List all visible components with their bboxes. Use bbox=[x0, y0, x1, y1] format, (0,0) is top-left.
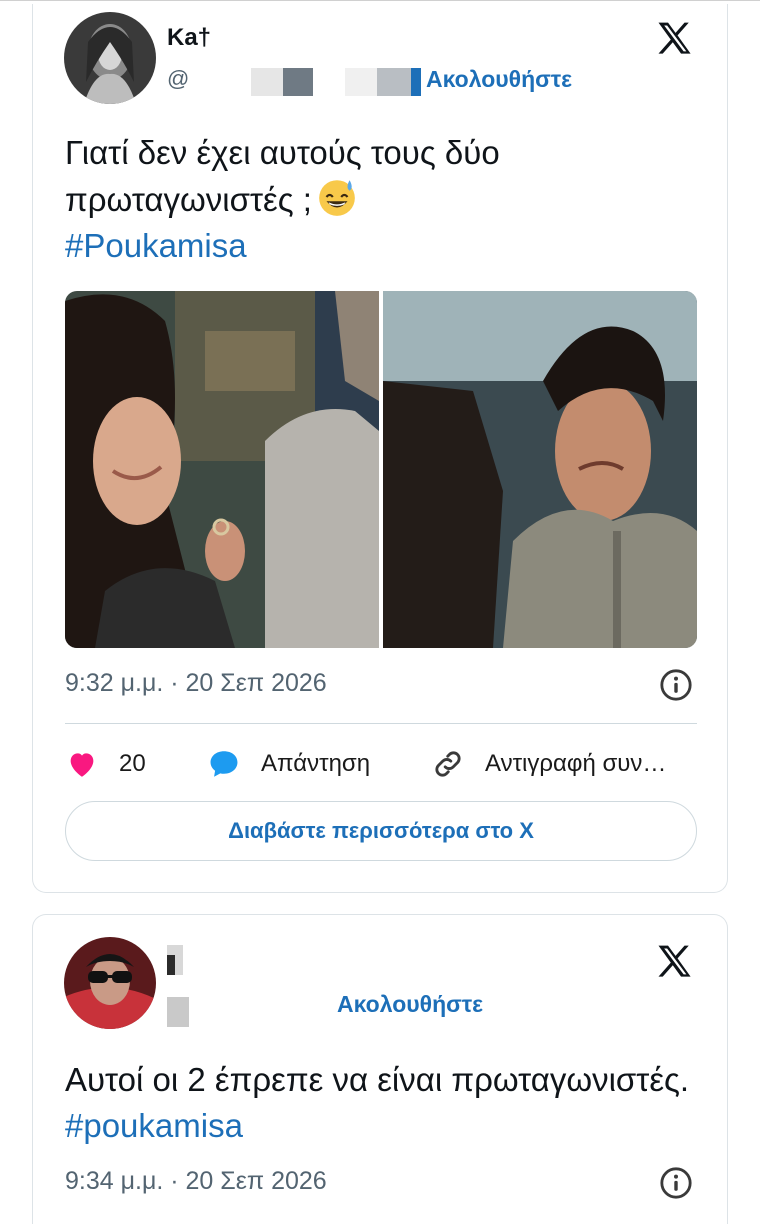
tweet-card: Ka† @ Ακολουθήστε Γιατί δεν έχει αυτούς … bbox=[32, 4, 728, 893]
info-icon[interactable] bbox=[659, 668, 693, 702]
tweet-timestamp[interactable]: 9:32 μ.μ. · 20 Σεπ 2026 bbox=[65, 669, 327, 698]
avatar[interactable] bbox=[64, 937, 156, 1029]
tweet-timestamp[interactable]: 9:34 μ.μ. · 20 Σεπ 2026 bbox=[65, 1167, 327, 1196]
tweet-card: Ακολουθήστε Αυτοί οι 2 έπρεπε να είναι π… bbox=[32, 914, 728, 1224]
top-divider bbox=[0, 0, 760, 1]
tweet-body: Γιατί δεν έχει αυτούς τους δύο πρωταγωνι… bbox=[65, 134, 500, 218]
author-name[interactable]: Ka† bbox=[167, 24, 211, 52]
redacted-handle-block bbox=[251, 68, 283, 96]
hashtag-link[interactable]: #Poukamisa bbox=[65, 227, 247, 264]
grinning-sweat-emoji-icon bbox=[319, 180, 355, 216]
follow-button[interactable]: Ακολουθήστε bbox=[337, 991, 483, 1018]
like-button[interactable]: 20 bbox=[65, 744, 146, 784]
redacted-name-block bbox=[167, 955, 175, 975]
heart-icon bbox=[70, 753, 94, 777]
reply-button[interactable]: Απάντηση bbox=[207, 744, 370, 784]
author-handle[interactable]: @ bbox=[167, 66, 189, 92]
link-icon bbox=[435, 751, 461, 777]
redacted-handle-block bbox=[411, 68, 421, 96]
x-logo-icon[interactable] bbox=[653, 941, 697, 985]
copy-link-button[interactable]: Αντιγραφή συν… bbox=[431, 744, 666, 784]
redacted-handle-block bbox=[283, 68, 313, 96]
media-image-right[interactable] bbox=[383, 291, 697, 648]
follow-button[interactable]: Ακολουθήστε bbox=[426, 66, 572, 93]
hashtag-link[interactable]: #poukamisa bbox=[65, 1107, 243, 1144]
avatar[interactable] bbox=[64, 12, 156, 104]
tweet-body: Αυτοί οι 2 έπρεπε να είναι πρωταγωνιστές… bbox=[65, 1061, 690, 1098]
redacted-handle-block bbox=[345, 68, 377, 96]
read-more-button[interactable]: Διαβάστε περισσότερα στο X bbox=[65, 801, 697, 861]
reply-label: Απάντηση bbox=[261, 750, 371, 777]
copy-link-label: Αντιγραφή συν… bbox=[485, 750, 667, 777]
x-logo-icon[interactable] bbox=[653, 18, 697, 62]
speech-bubble-icon bbox=[210, 751, 238, 777]
info-icon[interactable] bbox=[659, 1166, 693, 1200]
redacted-handle-block bbox=[377, 68, 411, 96]
media-image-left[interactable] bbox=[65, 291, 379, 648]
tweet-text: Αυτοί οι 2 έπρεπε να είναι πρωταγωνιστές… bbox=[65, 1057, 705, 1149]
action-divider bbox=[65, 723, 697, 724]
tweet-media[interactable] bbox=[65, 291, 697, 648]
like-count: 20 bbox=[119, 750, 146, 777]
redacted-handle-block bbox=[167, 997, 189, 1027]
tweet-text: Γιατί δεν έχει αυτούς τους δύο πρωταγωνι… bbox=[65, 130, 705, 269]
